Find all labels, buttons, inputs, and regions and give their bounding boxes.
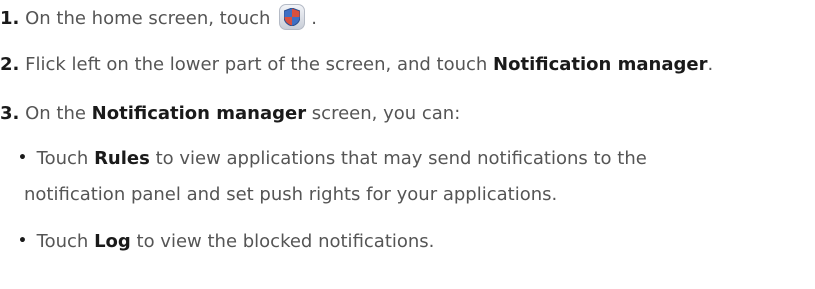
bullet-text: Touch [30,231,95,252]
bullet-text-end: to view the blocked notifications. [130,231,435,252]
bullet-rules: • Touch Rules to view applications that … [18,147,647,172]
bullet-marker: • [18,150,27,166]
bullet-text: Touch [30,148,95,169]
bullet-marker: • [18,233,27,249]
step-text: Flick left on the lower part of the scre… [19,54,494,75]
bullet-continuation-text: notification panel and set push rights f… [24,184,558,205]
bullet-log: • Touch Log to view the blocked notifica… [18,230,434,255]
step-number: 2. [0,54,20,75]
bullet-text-end: to view applications that may send notif… [149,148,647,169]
log-term: Log [94,231,131,252]
step-text-end: screen, you can: [306,103,461,124]
notification-manager-term: Notification manager [493,54,708,75]
rules-term: Rules [94,148,150,169]
step-number: 1. [0,8,20,29]
step-1: 1. On the home screen, touch . [0,4,317,31]
step-text: On the [19,103,92,124]
phone-manager-shield-icon [279,4,306,30]
step-number: 3. [0,103,20,124]
bullet-rules-continuation: notification panel and set push rights f… [24,183,557,207]
notification-manager-term: Notification manager [91,103,307,124]
step-3: 3. On the Notification manager screen, y… [0,102,460,126]
step-text-end: . [305,8,317,29]
step-text-end: . [707,54,714,75]
step-text: On the home screen, touch [19,8,271,29]
step-2: 2. Flick left on the lower part of the s… [0,53,713,77]
